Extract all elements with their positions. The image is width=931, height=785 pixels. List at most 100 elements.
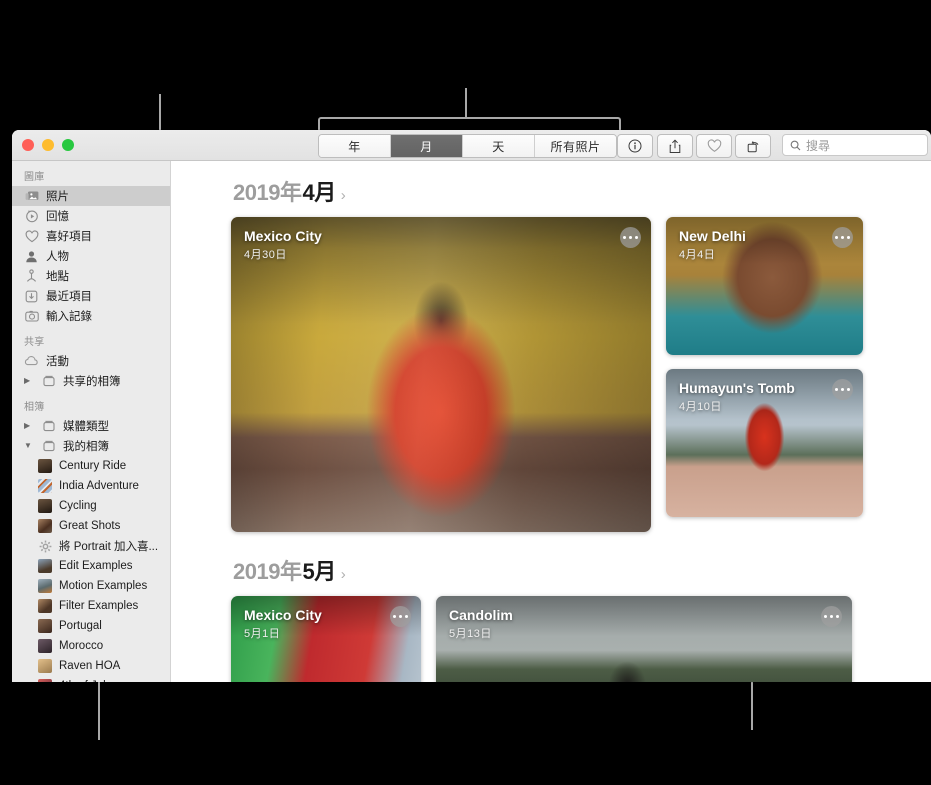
album-thumbnail xyxy=(38,559,52,573)
search-field[interactable]: 搜尋 xyxy=(782,134,928,156)
smart-album-icon xyxy=(38,539,52,554)
sidebar-item-label: 輸入記錄 xyxy=(46,308,92,324)
photos-icon xyxy=(24,189,39,204)
sidebar-item-my-albums[interactable]: ▼ 我的相簿 xyxy=(12,436,170,456)
album-thumbnail xyxy=(38,519,52,533)
album-thumbnail xyxy=(38,579,52,593)
sidebar-item-favorites[interactable]: 喜好項目 xyxy=(12,226,170,246)
sidebar-item-recents[interactable]: 最近項目 xyxy=(12,286,170,306)
sidebar-item-century-ride[interactable]: Century Ride xyxy=(12,456,170,476)
month-header-month: 5月 xyxy=(302,554,335,586)
chevron-right-icon[interactable]: ▶ xyxy=(24,377,34,385)
minimize-button[interactable] xyxy=(42,139,54,151)
memories-icon xyxy=(24,209,39,224)
camera-icon xyxy=(24,309,39,324)
cloud-icon xyxy=(24,354,39,369)
month-header-may[interactable]: 2019年 5月 › xyxy=(171,532,931,596)
heart-icon xyxy=(707,139,722,153)
sidebar-item-label: 最近項目 xyxy=(46,288,92,304)
month-header-april[interactable]: 2019年 4月 › xyxy=(171,161,931,217)
person-icon xyxy=(24,249,39,264)
tab-month[interactable]: 月 xyxy=(391,135,463,157)
tab-day[interactable]: 天 xyxy=(463,135,535,157)
more-options-button[interactable] xyxy=(390,606,411,627)
chevron-right-icon[interactable]: › xyxy=(341,566,346,583)
sidebar[interactable]: 圖庫 照片 回憶 喜好項目 人物 xyxy=(12,161,171,682)
sidebar-item-memories[interactable]: 回憶 xyxy=(12,206,170,226)
sidebar-item-great-shots[interactable]: Great Shots xyxy=(12,516,170,536)
sidebar-item-edit-examples[interactable]: Edit Examples xyxy=(12,556,170,576)
info-icon xyxy=(628,139,642,153)
album-thumbnail xyxy=(38,599,52,613)
sidebar-item-smart-album-portrait[interactable]: 將 Portrait 加入喜... xyxy=(12,536,170,556)
sidebar-item-imports[interactable]: 輸入記錄 xyxy=(12,306,170,326)
sidebar-item-cycling[interactable]: Cycling xyxy=(12,496,170,516)
sidebar-item-people[interactable]: 人物 xyxy=(12,246,170,266)
album-thumbnail xyxy=(38,459,52,473)
sidebar-item-label: 活動 xyxy=(46,353,69,369)
sidebar-item-activity[interactable]: 活動 xyxy=(12,351,170,371)
sidebar-item-label: 共享的相簿 xyxy=(63,373,121,389)
sidebar-item-label: 媒體類型 xyxy=(63,418,109,434)
sidebar-item-photos[interactable]: 照片 xyxy=(12,186,170,206)
share-icon xyxy=(668,139,682,154)
close-button[interactable] xyxy=(22,139,34,151)
sidebar-item-label: Morocco xyxy=(59,640,103,652)
zoom-button[interactable] xyxy=(62,139,74,151)
album-thumbnail xyxy=(38,499,52,513)
sidebar-item-label: 照片 xyxy=(46,188,69,204)
sidebar-item-portugal[interactable]: Portugal xyxy=(12,616,170,636)
traffic-lights xyxy=(12,139,148,151)
album-thumbnail xyxy=(38,479,52,493)
photo-card-candolim[interactable]: Candolim 5月13日 xyxy=(436,596,852,682)
chevron-right-icon[interactable]: › xyxy=(341,187,346,204)
window-toolbar: 年 月 天 所有照片 xyxy=(12,130,931,161)
sidebar-item-places[interactable]: 地點 xyxy=(12,266,170,286)
sidebar-item-label: 喜好項目 xyxy=(46,228,92,244)
photo-card-new-delhi[interactable]: New Delhi 4月4日 xyxy=(666,217,863,355)
sidebar-item-motion-examples[interactable]: Motion Examples xyxy=(12,576,170,596)
more-options-button[interactable] xyxy=(832,379,853,400)
month-row-april: Mexico City 4月30日 New Delhi 4月4日 xyxy=(171,217,931,532)
album-thumbnail xyxy=(38,619,52,633)
sidebar-item-4th-of-july[interactable]: 4th of July xyxy=(12,676,170,682)
callout-line-view-switcher xyxy=(465,88,467,119)
month-header-year: 2019年 xyxy=(233,554,301,586)
more-options-button[interactable] xyxy=(620,227,641,248)
more-options-button[interactable] xyxy=(821,606,842,627)
album-icon xyxy=(41,439,56,454)
sidebar-item-shared-albums[interactable]: ▶ 共享的相簿 xyxy=(12,371,170,391)
rotate-button[interactable] xyxy=(735,134,771,158)
tab-year[interactable]: 年 xyxy=(319,135,391,157)
view-switcher[interactable]: 年 月 天 所有照片 xyxy=(318,134,617,158)
sidebar-item-label: Filter Examples xyxy=(59,600,138,612)
sidebar-item-india-adventure[interactable]: India Adventure xyxy=(12,476,170,496)
sidebar-item-morocco[interactable]: Morocco xyxy=(12,636,170,656)
sidebar-item-label: Raven HOA xyxy=(59,660,120,672)
more-options-button[interactable] xyxy=(832,227,853,248)
sidebar-item-label: 人物 xyxy=(46,248,69,264)
info-button[interactable] xyxy=(617,134,653,158)
sidebar-item-media-types[interactable]: ▶ 媒體類型 xyxy=(12,416,170,436)
photo-grid[interactable]: 2019年 4月 › Mexico City 4月30日 New Del xyxy=(171,161,931,682)
share-button[interactable] xyxy=(657,134,693,158)
photo-card-caption: Candolim 5月13日 xyxy=(449,607,513,641)
month-header-month: 4月 xyxy=(302,175,335,207)
tab-all-photos[interactable]: 所有照片 xyxy=(535,135,616,157)
sidebar-item-filter-examples[interactable]: Filter Examples xyxy=(12,596,170,616)
photo-card-date: 4月4日 xyxy=(679,246,746,262)
chevron-right-icon[interactable]: ▶ xyxy=(24,422,34,430)
favorite-button[interactable] xyxy=(696,134,732,158)
photo-card-mexico-city-april[interactable]: Mexico City 4月30日 xyxy=(231,217,651,532)
photo-card-caption: Mexico City 5月1日 xyxy=(244,607,322,641)
chevron-down-icon[interactable]: ▼ xyxy=(24,442,34,450)
sidebar-item-raven-hoa[interactable]: Raven HOA xyxy=(12,656,170,676)
sidebar-item-label: 我的相簿 xyxy=(63,438,109,454)
sidebar-item-label: Motion Examples xyxy=(59,580,147,592)
photo-card-mexico-city-may[interactable]: Mexico City 5月1日 xyxy=(231,596,421,682)
download-icon xyxy=(24,289,39,304)
photo-card-humayuns-tomb[interactable]: Humayun's Tomb 4月10日 xyxy=(666,369,863,517)
album-thumbnail xyxy=(38,659,52,673)
month-header-year: 2019年 xyxy=(233,175,301,207)
photo-card-title: Candolim xyxy=(449,607,513,623)
